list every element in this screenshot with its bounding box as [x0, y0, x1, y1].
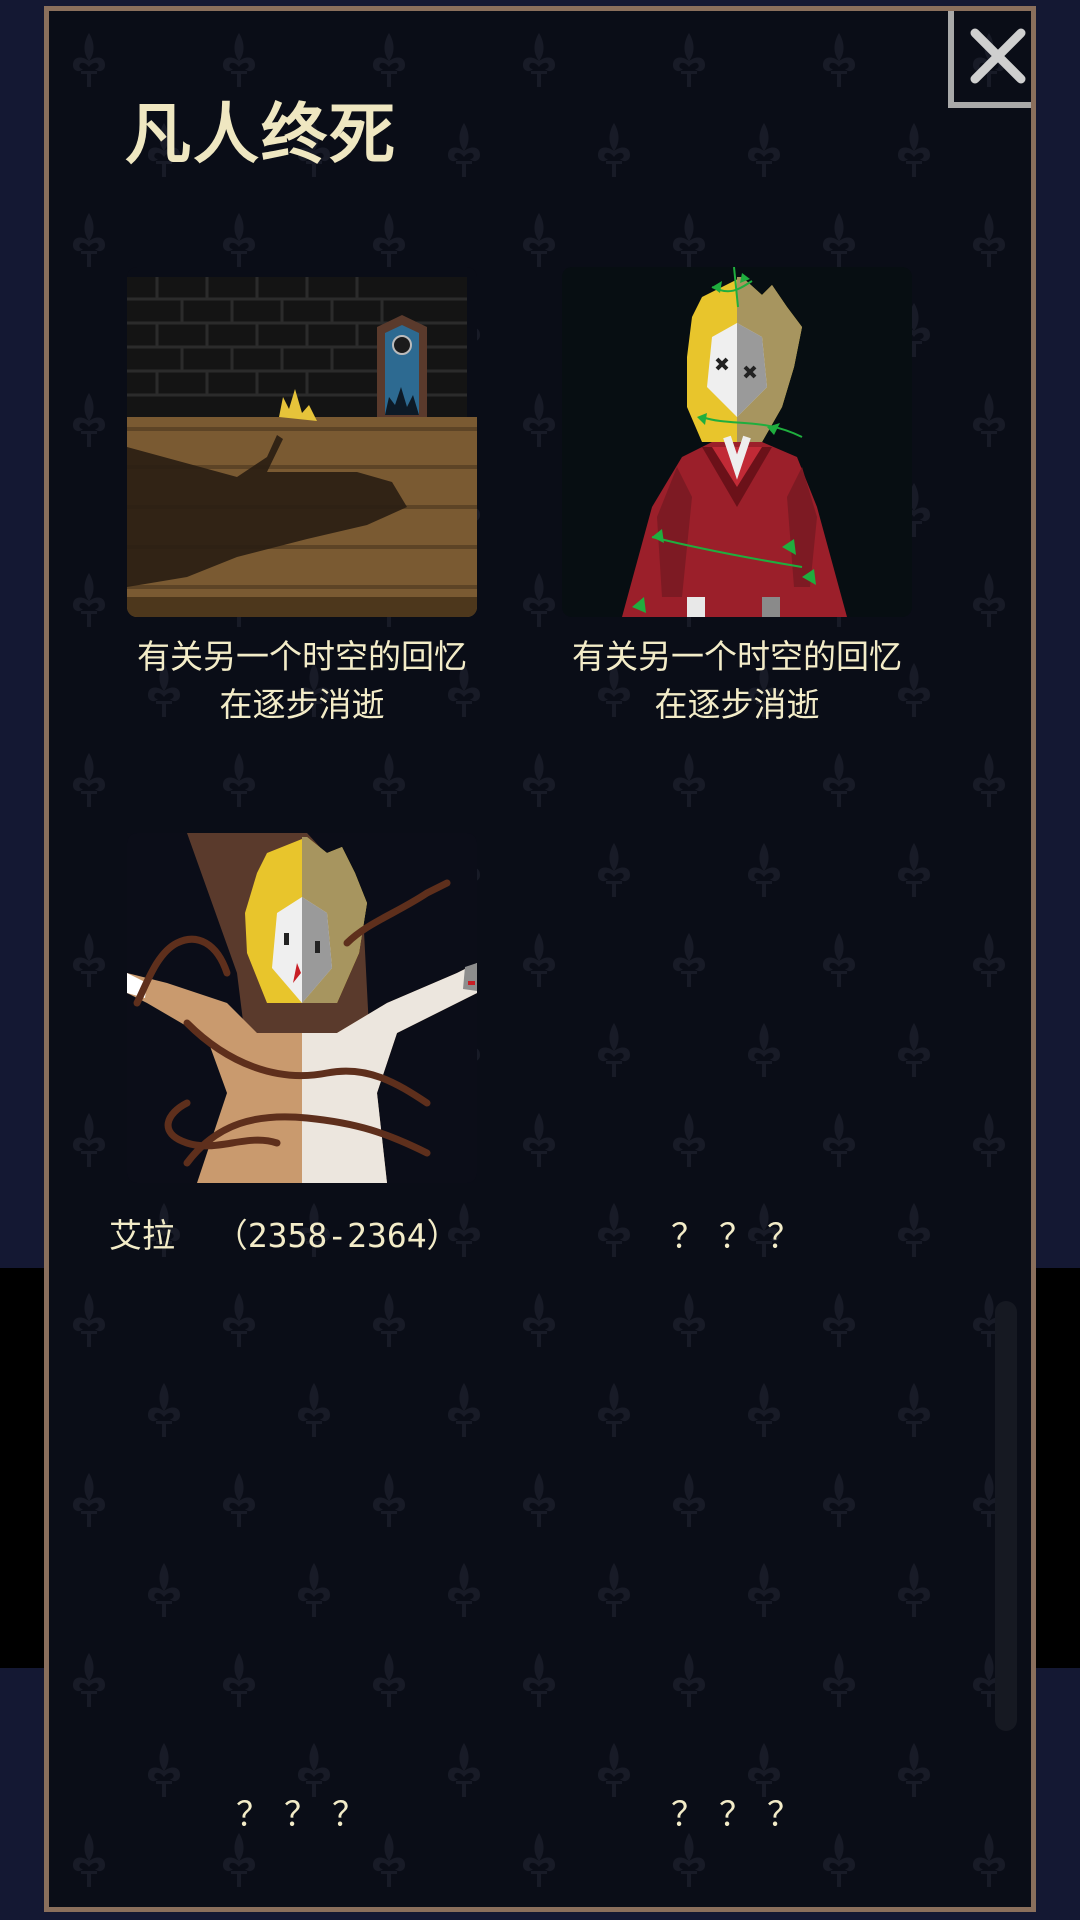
- card-1-caption-line2: 在逐步消逝: [219, 685, 385, 724]
- ending-card-2[interactable]: 有关另一个时空的回忆 在逐步消逝: [562, 267, 912, 729]
- locked-card-4-label[interactable]: ？？？: [671, 1209, 815, 1258]
- card-3-name-row: 艾拉 （2358-2364）: [109, 1209, 460, 1257]
- character-name: 艾拉: [109, 1216, 175, 1255]
- locked-card-5-label[interactable]: ？？？: [236, 1787, 380, 1836]
- close-button[interactable]: [945, 11, 1031, 109]
- scrollbar[interactable]: [995, 1301, 1017, 1731]
- ending-card-3[interactable]: [127, 833, 477, 1183]
- card-1-caption-line1: 有关另一个时空的回忆: [137, 637, 467, 676]
- locked-card-6-label[interactable]: ？？？: [671, 1787, 815, 1836]
- card-2-caption-line2: 在逐步消逝: [654, 685, 820, 724]
- lifespan-years: （2358-2364）: [214, 1216, 460, 1255]
- ending-gallery-panel: 凡人终死 有关另一个时空的回忆 在逐步消逝 有关另一个时空的回忆 在逐步消逝 艾…: [44, 6, 1036, 1912]
- card-2-image: [562, 267, 912, 617]
- card-2-caption-line1: 有关另一个时空的回忆: [572, 637, 902, 676]
- card-3-image: [127, 833, 477, 1183]
- ending-card-1[interactable]: 有关另一个时空的回忆 在逐步消逝: [127, 267, 477, 729]
- close-x-icon: [948, 11, 1031, 108]
- card-1-image: [127, 267, 477, 617]
- page-title: 凡人终死: [125, 96, 397, 173]
